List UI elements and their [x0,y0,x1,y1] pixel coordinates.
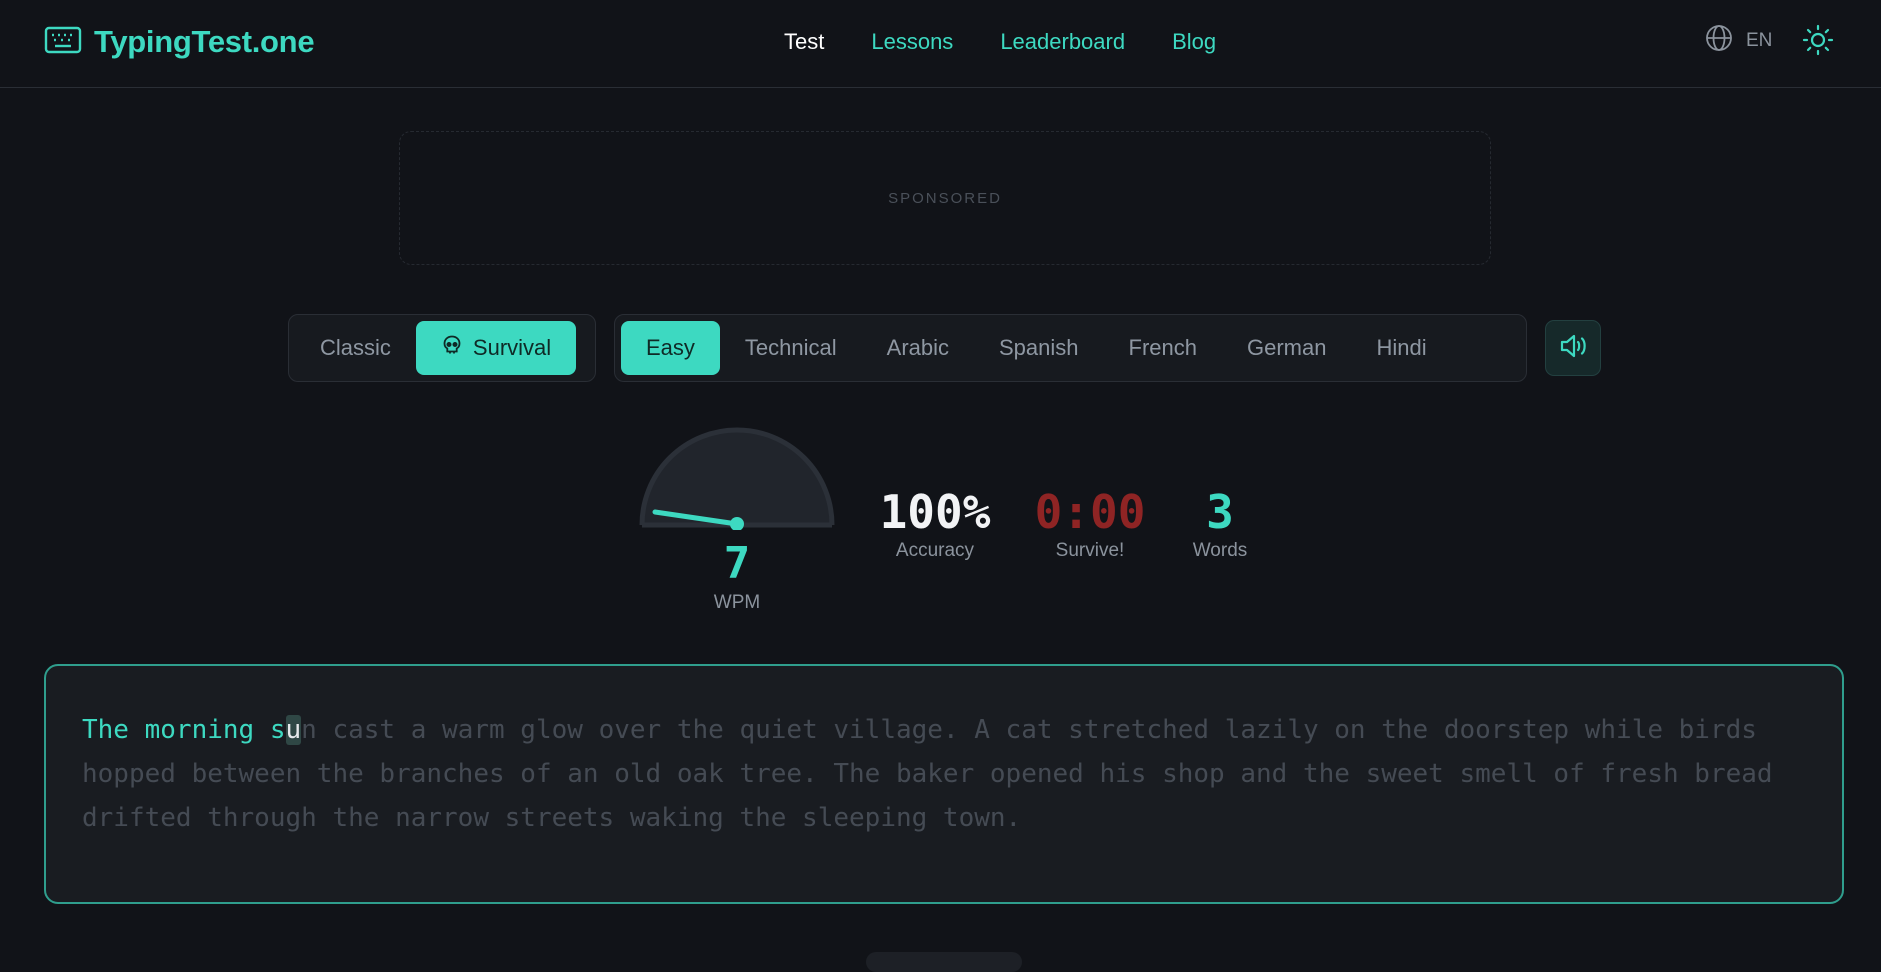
main-nav: Test Lessons Leaderboard Blog [784,22,1263,62]
skull-icon [441,334,473,362]
speaker-icon [1557,330,1589,367]
sponsored-label: SPONSORED [888,189,1002,207]
words-label: Words [1192,540,1248,561]
category-selector: Easy Technical Arabic Spanish French Ger… [614,314,1527,382]
words-value: 3 [1206,485,1234,539]
nav-blog[interactable]: Blog [1172,29,1216,55]
mode-classic-label: Classic [320,335,391,360]
sponsored-banner: SPONSORED [399,131,1491,265]
wpm-gauge [637,425,837,531]
sun-icon [1802,24,1834,61]
wpm-label: WPM [713,592,761,613]
mode-survival-label: Survival [472,335,552,360]
category-technical-button[interactable]: Technical [720,321,862,375]
category-arabic-button[interactable]: Arabic [862,321,974,375]
timer-stat: 0:00 Survive! [1025,484,1155,562]
keyboard-icon [44,25,82,60]
category-easy-button[interactable]: Easy [621,321,720,375]
category-german-button[interactable]: German [1222,321,1351,375]
category-french-button[interactable]: French [1104,321,1222,375]
category-spanish-button[interactable]: Spanish [974,321,1104,375]
mode-survival-button[interactable]: Survival [415,321,577,375]
timer-label: Survive! [1055,540,1125,561]
timer-value: 0:00 [1034,485,1146,539]
logo-text: TypingTest.one [94,24,315,59]
sound-toggle-button[interactable] [1545,320,1601,376]
language-code: EN [1746,30,1773,51]
wpm-value: 7 [723,538,751,589]
mode-classic-button[interactable]: Classic [295,321,416,375]
typing-area[interactable]: The morning sun cast a warm glow over th… [44,664,1844,904]
words-stat: 3 Words [1180,484,1260,562]
top-header: TypingTest.one Test Lessons Leaderboard … [0,0,1881,88]
accuracy-stat: 100% Accuracy [870,484,1000,562]
theme-toggle[interactable] [1800,24,1836,60]
accuracy-label: Accuracy [895,540,975,561]
category-hindi-button[interactable]: Hindi [1351,321,1451,375]
logo[interactable]: TypingTest.one [44,22,315,62]
current-character: u [285,715,302,745]
accuracy-value: 100% [879,485,991,539]
nav-leaderboard[interactable]: Leaderboard [1000,29,1125,55]
nav-lessons[interactable]: Lessons [871,29,953,55]
nav-test[interactable]: Test [784,29,824,55]
language-selector[interactable]: EN [1704,24,1772,58]
globe-icon [1704,23,1746,59]
remaining-text: n cast a warm glow over the quiet villag… [82,715,1773,833]
typed-text: The morning s [82,715,286,745]
mode-selector: Classic Survival [288,314,596,382]
bottom-panel-tab[interactable] [866,952,1022,972]
